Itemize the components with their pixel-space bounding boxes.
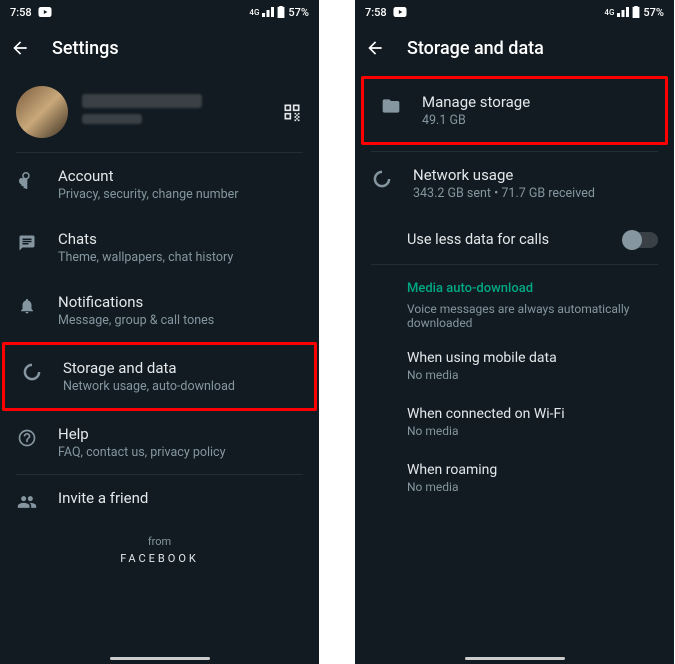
help-icon: [16, 427, 38, 449]
status-bar: 7:58 4G 57%: [0, 0, 319, 24]
youtube-icon: [38, 7, 52, 17]
settings-screen: 7:58 4G 57% Settings: [0, 0, 319, 664]
page-title: Storage and data: [407, 38, 544, 59]
storage-data-screen: 7:58 4G 57% Storage and data Manage stor…: [355, 0, 674, 664]
storage-item[interactable]: Storage and data Network usage, auto-dow…: [2, 342, 317, 411]
profile-name-redacted: [82, 94, 202, 108]
chats-item[interactable]: Chats Theme, wallpapers, chat history: [0, 216, 319, 279]
nav-bar-handle[interactable]: [465, 657, 565, 660]
use-less-data-label: Use less data for calls: [407, 231, 624, 248]
footer-from: from: [0, 535, 319, 548]
profile-row[interactable]: [0, 72, 319, 152]
app-bar: Storage and data: [355, 24, 674, 72]
chats-sub: Theme, wallpapers, chat history: [58, 250, 303, 265]
app-bar: Settings: [0, 24, 319, 72]
chat-icon: [16, 232, 38, 254]
wifi-item[interactable]: When connected on Wi-Fi No media: [407, 394, 674, 450]
account-title: Account: [58, 167, 303, 185]
network-4g-icon: 4G: [604, 8, 614, 17]
battery-icon: [277, 6, 285, 18]
battery-percent: 57%: [288, 6, 309, 19]
profile-text: [82, 94, 267, 130]
storage-title: Storage and data: [63, 359, 298, 377]
media-autodownload-desc: Voice messages are always automatically …: [355, 300, 674, 338]
status-time: 7:58: [365, 6, 387, 19]
mobile-data-item[interactable]: When using mobile data No media: [407, 338, 674, 394]
settings-list: Account Privacy, security, change number…: [0, 153, 319, 527]
chats-title: Chats: [58, 230, 303, 248]
manage-storage-sub: 49.1 GB: [422, 113, 649, 128]
roaming-sub: No media: [407, 480, 658, 494]
manage-storage-item[interactable]: Manage storage 49.1 GB: [361, 76, 668, 145]
account-sub: Privacy, security, change number: [58, 187, 303, 202]
notifications-sub: Message, group & call tones: [58, 313, 303, 328]
invite-title: Invite a friend: [58, 489, 303, 507]
invite-item[interactable]: Invite a friend: [0, 475, 319, 527]
roaming-title: When roaming: [407, 462, 658, 478]
mobile-data-title: When using mobile data: [407, 350, 658, 366]
signal-icon: [617, 7, 629, 17]
network-usage-item[interactable]: Network usage 343.2 GB sent • 71.7 GB re…: [355, 152, 674, 215]
back-icon[interactable]: [363, 36, 387, 60]
qr-code-icon[interactable]: [281, 101, 303, 123]
mobile-data-sub: No media: [407, 368, 658, 382]
status-bar: 7:58 4G 57%: [355, 0, 674, 24]
key-icon: [16, 169, 38, 191]
page-title: Settings: [52, 38, 119, 59]
signal-icon: [262, 7, 274, 17]
battery-icon: [632, 6, 640, 18]
roaming-item[interactable]: When roaming No media: [407, 450, 674, 506]
bell-icon: [16, 295, 38, 317]
data-usage-icon: [21, 361, 43, 383]
nav-bar-handle[interactable]: [110, 657, 210, 660]
avatar: [16, 86, 68, 138]
media-autodownload-header: Media auto-download: [355, 265, 674, 300]
manage-storage-title: Manage storage: [422, 93, 649, 111]
use-less-data-item[interactable]: Use less data for calls: [355, 215, 674, 264]
network-usage-sub: 343.2 GB sent • 71.7 GB received: [413, 186, 658, 201]
profile-status-redacted: [82, 114, 142, 124]
storage-list: Manage storage 49.1 GB Network usage 343…: [355, 72, 674, 506]
wifi-sub: No media: [407, 424, 658, 438]
use-less-data-toggle[interactable]: [624, 232, 658, 248]
back-icon[interactable]: [8, 36, 32, 60]
notifications-item[interactable]: Notifications Message, group & call tone…: [0, 279, 319, 342]
status-time: 7:58: [10, 6, 32, 19]
network-4g-icon: 4G: [249, 8, 259, 17]
footer: from FACEBOOK: [0, 527, 319, 565]
people-icon: [16, 491, 38, 513]
help-title: Help: [58, 425, 303, 443]
youtube-icon: [393, 7, 407, 17]
notifications-title: Notifications: [58, 293, 303, 311]
folder-icon: [380, 95, 402, 117]
storage-sub: Network usage, auto-download: [63, 379, 298, 394]
network-usage-title: Network usage: [413, 166, 658, 184]
footer-brand: FACEBOOK: [0, 552, 319, 565]
battery-percent: 57%: [643, 6, 664, 19]
help-sub: FAQ, contact us, privacy policy: [58, 445, 303, 460]
help-item[interactable]: Help FAQ, contact us, privacy policy: [0, 411, 319, 474]
wifi-title: When connected on Wi-Fi: [407, 406, 658, 422]
account-item[interactable]: Account Privacy, security, change number: [0, 153, 319, 216]
data-usage-icon: [371, 168, 393, 190]
